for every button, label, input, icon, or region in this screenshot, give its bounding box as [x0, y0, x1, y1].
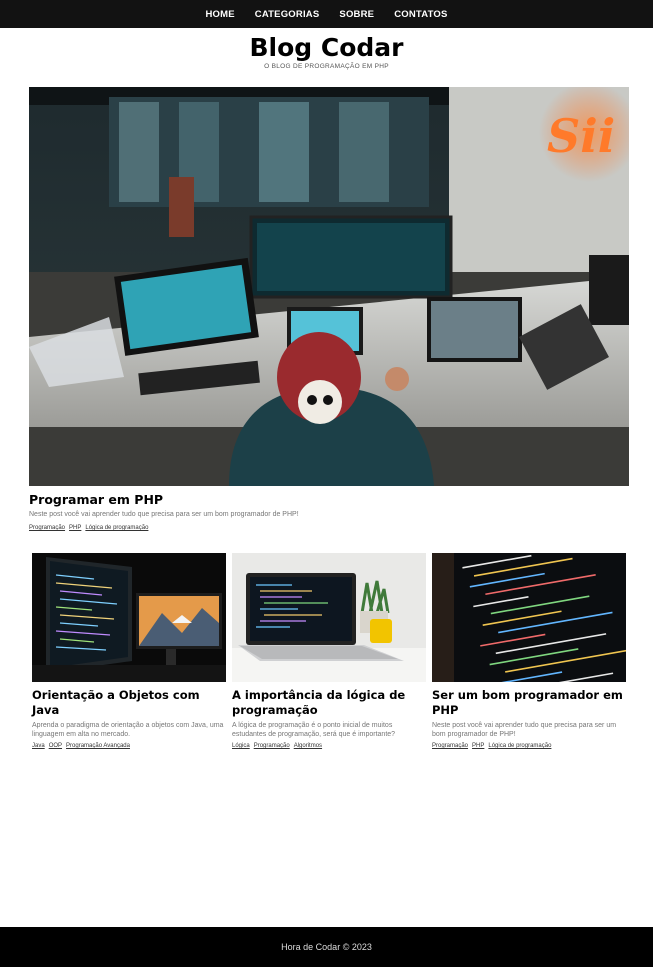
post-card-image[interactable]: [232, 553, 426, 682]
code-screen-illustration: [432, 553, 626, 682]
post-card-tags: Java OOP Programação Avançada: [32, 743, 226, 749]
nav-contatos-link[interactable]: CONTATOS: [394, 9, 447, 20]
tag-link[interactable]: Lógica de programação: [488, 743, 551, 749]
post-card-title[interactable]: Orientação a Objetos com Java: [32, 688, 226, 718]
post-card-description: Neste post você vai aprender tudo que pr…: [432, 722, 617, 738]
nav-categorias-link[interactable]: CATEGORIAS: [255, 9, 320, 20]
top-navigation: HOME CATEGORIAS SOBRE CONTATOS: [0, 0, 653, 28]
post-card-description: A lógica de programação é o ponto inicia…: [232, 722, 396, 738]
site-subtitle: O BLOG DE PROGRAMAÇÃO EM PHP: [264, 63, 389, 70]
tag-link[interactable]: Programação: [29, 525, 65, 531]
laptop-desk-illustration: [232, 553, 426, 682]
tag-link[interactable]: OOP: [49, 743, 62, 749]
footer-copyright: Hora de Codar © 2023: [281, 942, 372, 952]
nav-sobre-link[interactable]: SOBRE: [339, 9, 374, 20]
tag-link[interactable]: Programação: [254, 743, 290, 749]
post-card-title[interactable]: A importância da lógica de programação: [232, 688, 426, 718]
site-footer: Hora de Codar © 2023: [0, 927, 653, 967]
tag-link[interactable]: PHP: [472, 743, 484, 749]
tag-link[interactable]: Java: [32, 743, 45, 749]
post-card-title[interactable]: Ser um bom programador em PHP: [432, 688, 626, 718]
post-card: A importância da lógica de programação A…: [232, 553, 426, 749]
post-card-image[interactable]: [32, 553, 226, 682]
nav-home-link[interactable]: HOME: [205, 9, 234, 20]
hero-post-image[interactable]: Sii: [29, 87, 629, 486]
office-photo-illustration: Sii: [29, 87, 629, 486]
tag-link[interactable]: Algoritmos: [294, 743, 322, 749]
post-card: Orientação a Objetos com Java Aprenda o …: [32, 553, 226, 749]
post-card-image[interactable]: [432, 553, 626, 682]
site-title[interactable]: Blog Codar: [0, 34, 653, 62]
hero-post-tags: Programação PHP Lógica de programação: [29, 525, 148, 531]
post-card-tags: Lógica Programação Algoritmos: [232, 743, 426, 749]
post-card: Ser um bom programador em PHP Neste post…: [432, 553, 626, 749]
hero-post-description: Neste post você vai aprender tudo que pr…: [29, 511, 299, 518]
site-header: Blog Codar O BLOG DE PROGRAMAÇÃO EM PHP: [0, 34, 653, 71]
hero-post-title[interactable]: Programar em PHP: [29, 492, 163, 507]
post-card-tags: Programação PHP Lógica de programação: [432, 743, 626, 749]
dual-monitor-illustration: [32, 553, 226, 682]
tag-link[interactable]: Lógica de programação: [85, 525, 148, 531]
tag-link[interactable]: Programação: [432, 743, 468, 749]
tag-link[interactable]: Programação Avançada: [66, 743, 130, 749]
post-card-description: Aprenda o paradigma de orientação a obje…: [32, 722, 224, 738]
svg-text:Sii: Sii: [547, 109, 615, 163]
tag-link[interactable]: Lógica: [232, 743, 250, 749]
tag-link[interactable]: PHP: [69, 525, 81, 531]
